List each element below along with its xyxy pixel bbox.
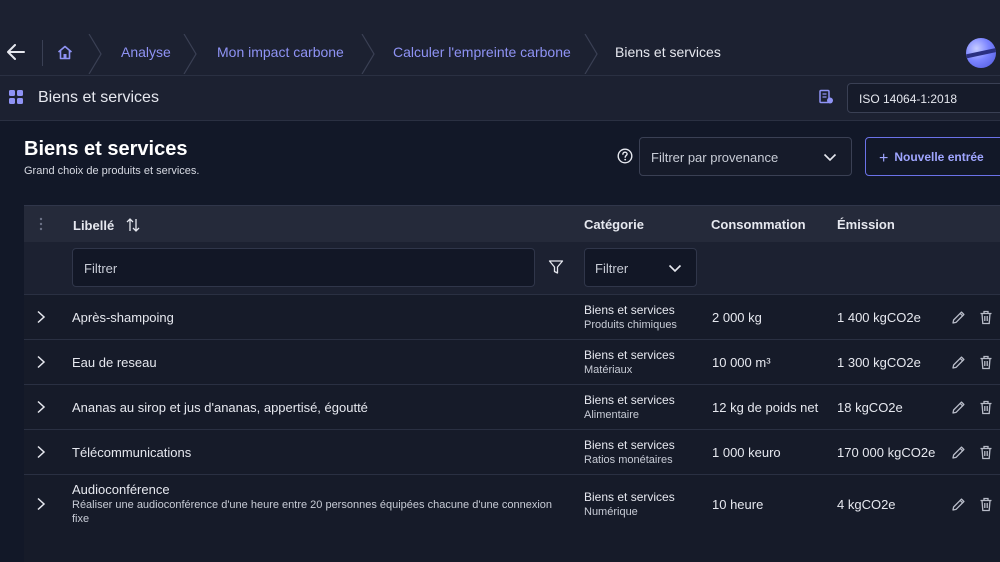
back-button[interactable] bbox=[4, 40, 28, 64]
standard-select[interactable]: ISO 14064-1:2018 bbox=[847, 83, 1000, 113]
breadcrumb-separator-icon bbox=[584, 34, 598, 74]
table-row[interactable]: Ananas au sirop et jus d'ananas, apperti… bbox=[24, 385, 1000, 430]
pencil-icon[interactable] bbox=[951, 355, 966, 370]
user-avatar[interactable] bbox=[966, 38, 996, 68]
home-button[interactable] bbox=[54, 41, 76, 63]
column-header-emission: Émission bbox=[837, 217, 895, 232]
breadcrumb-separator-icon bbox=[88, 34, 102, 74]
chevron-right-icon[interactable] bbox=[36, 400, 46, 414]
new-entry-button[interactable]: + Nouvelle entrée bbox=[865, 137, 1000, 176]
row-label: Audioconférence bbox=[72, 482, 170, 497]
row-consumption: 10 000 m³ bbox=[712, 355, 771, 370]
row-category: Biens et services bbox=[584, 438, 675, 452]
pencil-icon[interactable] bbox=[951, 310, 966, 325]
row-emission: 18 kgCO2e bbox=[837, 400, 903, 415]
table-row[interactable]: Télécommunications Biens et services Rat… bbox=[24, 430, 1000, 475]
standard-document-icon bbox=[819, 89, 833, 104]
page-title: Biens et services bbox=[24, 138, 188, 160]
plus-icon: + bbox=[879, 150, 889, 167]
row-subcategory: Alimentaire bbox=[584, 409, 640, 421]
trash-icon[interactable] bbox=[979, 400, 993, 415]
pencil-icon[interactable] bbox=[951, 400, 966, 415]
row-label: Après-shampoing bbox=[72, 310, 174, 325]
filter-funnel-icon[interactable] bbox=[548, 259, 564, 275]
category-filter-select[interactable]: Filtrer bbox=[584, 248, 697, 287]
row-label: Ananas au sirop et jus d'ananas, apperti… bbox=[72, 400, 368, 415]
row-label: Eau de reseau bbox=[72, 355, 157, 370]
breadcrumb-item-analyse[interactable]: Analyse bbox=[121, 44, 171, 60]
breadcrumb-separator-icon bbox=[361, 34, 375, 74]
trash-icon[interactable] bbox=[979, 445, 993, 460]
chevron-right-icon[interactable] bbox=[36, 310, 46, 324]
table-row[interactable]: Eau de reseau Biens et services Matériau… bbox=[24, 340, 1000, 385]
pencil-icon[interactable] bbox=[951, 445, 966, 460]
row-consumption: 2 000 kg bbox=[712, 310, 762, 325]
label-filter-input[interactable]: Filtrer bbox=[72, 248, 535, 287]
top-navigation-bar bbox=[0, 0, 1000, 76]
row-subcategory: Produits chimiques bbox=[584, 319, 677, 331]
row-category: Biens et services bbox=[584, 348, 675, 362]
row-category: Biens et services bbox=[584, 490, 675, 504]
home-icon bbox=[57, 45, 73, 59]
row-emission: 4 kgCO2e bbox=[837, 497, 896, 512]
row-category: Biens et services bbox=[584, 393, 675, 407]
origin-filter-placeholder: Filtrer par provenance bbox=[651, 150, 779, 165]
chevron-down-icon bbox=[668, 264, 682, 273]
sort-icon[interactable] bbox=[126, 217, 140, 233]
table-row[interactable]: Audioconférence Réaliser une audioconfér… bbox=[24, 475, 1000, 537]
row-label: Télécommunications bbox=[72, 445, 192, 460]
help-icon[interactable] bbox=[617, 148, 633, 164]
section-title: Biens et services bbox=[38, 89, 159, 106]
breadcrumb-separator-icon bbox=[183, 34, 197, 74]
trash-icon[interactable] bbox=[979, 310, 993, 325]
row-consumption: 10 heure bbox=[712, 497, 764, 512]
column-menu-icon[interactable] bbox=[39, 217, 43, 231]
row-emission: 170 000 kgCO2e bbox=[837, 445, 936, 460]
origin-filter-select[interactable]: Filtrer par provenance bbox=[639, 137, 852, 176]
chevron-right-icon[interactable] bbox=[36, 497, 46, 511]
chevron-right-icon[interactable] bbox=[36, 355, 46, 369]
column-header-consumption: Consommation bbox=[711, 217, 806, 232]
row-subcategory: Ratios monétaires bbox=[584, 454, 673, 466]
trash-icon[interactable] bbox=[979, 355, 993, 370]
page-subtitle: Grand choix de produits et services. bbox=[24, 165, 200, 177]
trash-icon[interactable] bbox=[979, 497, 993, 512]
row-emission: 1 300 kgCO2e bbox=[837, 355, 921, 370]
chevron-right-icon[interactable] bbox=[36, 445, 46, 459]
row-consumption: 12 kg de poids net bbox=[712, 400, 819, 415]
row-description: Réaliser une audioconférence d'une heure… bbox=[72, 499, 552, 525]
column-header-label[interactable]: Libellé bbox=[73, 217, 140, 233]
grid-icon bbox=[9, 90, 23, 104]
breadcrumb-item-current: Biens et services bbox=[615, 44, 721, 60]
column-header-category: Catégorie bbox=[584, 217, 644, 232]
row-category: Biens et services bbox=[584, 303, 675, 317]
table-row[interactable]: Après-shampoing Biens et services Produi… bbox=[24, 295, 1000, 340]
divider bbox=[42, 40, 43, 66]
row-subcategory: Matériaux bbox=[584, 364, 633, 376]
column-header-label-text: Libellé bbox=[73, 218, 115, 233]
row-consumption: 1 000 keuro bbox=[712, 445, 781, 460]
chevron-down-icon bbox=[823, 153, 837, 162]
arrow-left-icon bbox=[7, 44, 25, 60]
new-entry-label: Nouvelle entrée bbox=[894, 150, 984, 164]
category-filter-placeholder: Filtrer bbox=[595, 261, 629, 276]
breadcrumb-item-mon-impact-carbone[interactable]: Mon impact carbone bbox=[217, 44, 344, 60]
pencil-icon[interactable] bbox=[951, 497, 966, 512]
breadcrumb-item-calculer[interactable]: Calculer l'empreinte carbone bbox=[393, 44, 571, 60]
row-subcategory: Numérique bbox=[584, 506, 638, 518]
row-emission: 1 400 kgCO2e bbox=[837, 310, 921, 325]
